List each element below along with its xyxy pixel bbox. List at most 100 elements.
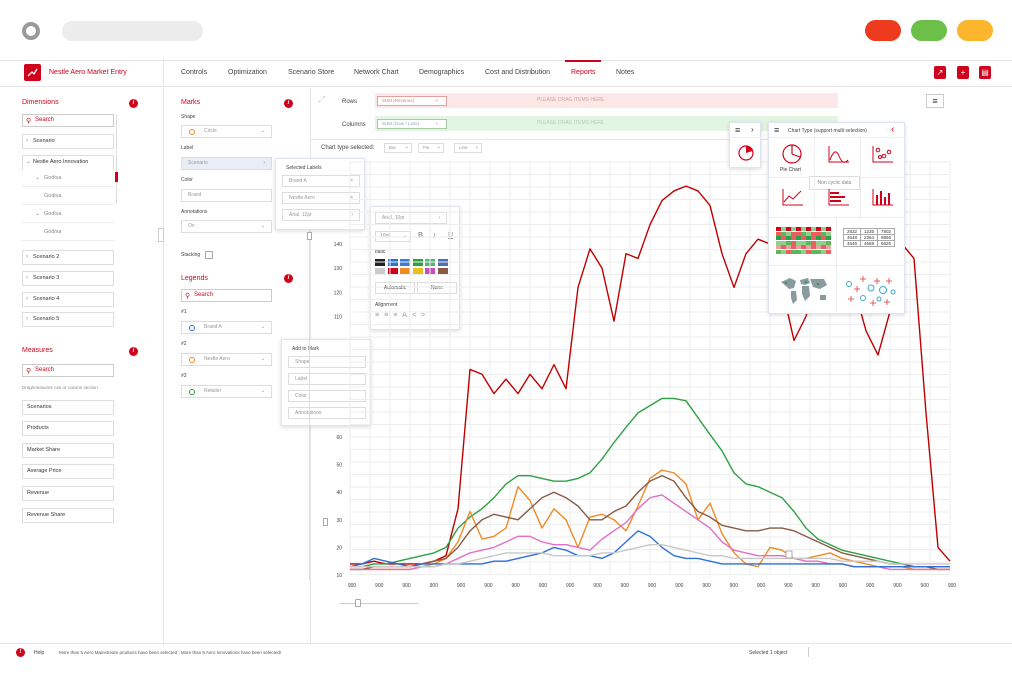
nav-controls[interactable]: Controls [181, 69, 207, 76]
y-tick-label: 40 [336, 490, 342, 496]
heatmap-cell [796, 249, 801, 254]
chart-option-area[interactable] [815, 138, 861, 178]
chevron-right-icon[interactable]: › [751, 125, 754, 134]
dimension-subitem-godiva[interactable]: Godiva [22, 190, 114, 205]
legend-select-2[interactable]: Nestle Aero ⌄ [181, 353, 272, 366]
nav-reports[interactable]: Reports [571, 69, 596, 76]
dimension-subitem-godiva[interactable]: ⌄ Godiva [22, 172, 114, 187]
chevron-down-icon: ⌄ [260, 223, 265, 229]
maximize-window-button[interactable] [911, 20, 947, 41]
measure-item-revenue-share[interactable]: Revenue Share [22, 508, 114, 523]
columns-pill[interactable]: SUM (Gain / Loss) × [377, 119, 447, 129]
dimension-subitem-godiva[interactable]: Godiva [22, 226, 114, 241]
dimension-item-scenario[interactable]: › Scenario [22, 134, 114, 149]
nav-optimization[interactable]: Optimization [228, 69, 267, 76]
close-icon[interactable]: × [437, 144, 440, 152]
dimension-label: Scenario 2 [33, 254, 60, 260]
expand-icon[interactable]: ⤢ [318, 94, 325, 105]
columns-label: Columns [342, 122, 366, 128]
heatmap-cell [796, 236, 801, 240]
heatmap-cell [801, 231, 806, 236]
legends-search-input[interactable]: ⚲ Search [181, 289, 272, 302]
help-link[interactable]: Help [34, 650, 44, 656]
x-tick-label: 900 [811, 583, 820, 589]
legend-select-1[interactable]: Brand A ⌄ [181, 321, 272, 334]
legends-info-icon[interactable]: i [284, 274, 293, 283]
panel-resize-handle[interactable] [158, 228, 164, 242]
horizontal-slider-handle[interactable] [355, 599, 361, 607]
chart-option-bubble[interactable] [837, 266, 906, 315]
save-icon[interactable]: ▤ [979, 66, 991, 79]
chevron-left-icon[interactable]: ‹ [891, 124, 894, 135]
dimension-item-scenario-3[interactable]: › Scenario 3 [22, 271, 114, 286]
chart-type-panel: ≡ Chart Type (support multi selection) ‹… [768, 122, 906, 315]
heatmap-cell [806, 240, 811, 245]
color-select[interactable]: Brand [181, 189, 272, 202]
pie-chart-icon[interactable] [737, 144, 755, 162]
measure-item-market-share[interactable]: Market Share [22, 443, 114, 458]
shape-select[interactable]: Circle ⌄ [181, 125, 272, 138]
dimensions-search-input[interactable]: ⚲ Search [22, 114, 114, 127]
measure-item-scenarios[interactable]: Scenarios [22, 400, 114, 415]
legend-select-3[interactable]: Retailer ⌄ [181, 385, 272, 398]
chart-type-toggle: ≡ › [729, 122, 762, 168]
nav-network-chart[interactable]: Network Chart [354, 69, 399, 76]
label-select[interactable]: Scenario › [181, 157, 272, 170]
vertical-scale-track[interactable] [309, 230, 310, 580]
chart-option-map[interactable] [769, 266, 837, 315]
measure-item-revenue[interactable]: Revenue [22, 486, 114, 501]
chart-option-table[interactable]: 2532 1235 7802 4648 2364 9866 4646 4669 6626 [837, 218, 906, 266]
close-icon[interactable]: × [435, 120, 438, 128]
chart-option-bar[interactable] [861, 178, 906, 218]
dimension-item-scenario-4[interactable]: › Scenario 4 [22, 292, 114, 307]
chart-option-scatter[interactable] [861, 138, 906, 178]
dimension-label: Godiva [44, 193, 62, 199]
dimension-item-nestle-aero-innovation[interactable]: ⌄ Nestle Aero Innovation [22, 155, 114, 170]
rows-pill[interactable]: SUM (Revenue) × [377, 96, 447, 106]
nav-notes[interactable]: Notes [616, 69, 634, 76]
measures-info-icon[interactable]: i [129, 347, 138, 356]
warning-icon: ! [16, 648, 25, 657]
measure-item-products[interactable]: Products [22, 421, 114, 436]
nav-scenario-store[interactable]: Scenario Store [288, 69, 334, 76]
nav-demographics[interactable]: Demographics [419, 69, 464, 76]
chart-type-line-pill[interactable]: Line × [454, 143, 482, 153]
close-icon[interactable]: × [435, 97, 438, 105]
add-icon[interactable]: + [957, 66, 969, 79]
vertical-slider-handle[interactable] [307, 232, 312, 240]
address-bar[interactable] [62, 21, 203, 41]
marks-info-icon[interactable]: i [284, 99, 293, 108]
menu-icon[interactable]: ≡ [735, 125, 740, 135]
x-tick-label: 900 [402, 583, 411, 589]
dimension-subitem-godiva[interactable]: ⌄ Godiva [22, 208, 114, 223]
dimensions-scrollbar-track[interactable] [116, 114, 117, 204]
menu-icon[interactable]: ≡ [774, 125, 779, 135]
hamburger-menu-icon[interactable]: ≡ [926, 94, 944, 108]
close-window-button[interactable] [865, 20, 901, 41]
measures-search-input[interactable]: ⚲ Search [22, 364, 114, 377]
close-icon[interactable]: × [405, 144, 408, 152]
heatmap-cell [776, 249, 781, 254]
annotations-select[interactable]: On ⌄ [181, 220, 272, 233]
chart-type-bar-pill[interactable]: Bar × [384, 143, 412, 153]
minimize-window-button[interactable] [957, 20, 993, 41]
chart-option-horizontal-bar[interactable] [815, 178, 861, 218]
chart-option-heatmap[interactable] [769, 218, 837, 266]
columns-pill-text: SUM (Gain / Loss) [382, 121, 420, 126]
close-icon[interactable]: × [475, 144, 478, 152]
stacking-checkbox[interactable] [205, 251, 213, 259]
horizontal-scale-track[interactable] [340, 603, 418, 604]
y-range-slider-handle[interactable] [323, 518, 328, 526]
dimension-item-scenario-2[interactable]: › Scenario 2 [22, 250, 114, 265]
export-icon[interactable]: ↗ [934, 66, 946, 79]
dimension-item-scenario-5[interactable]: › Scenario 5 [22, 312, 114, 327]
selection-status: Selected 1 object [749, 650, 788, 656]
chart-option-line[interactable] [769, 178, 815, 218]
dimensions-scrollbar-thumb[interactable] [115, 172, 118, 182]
measure-item-average-price[interactable]: Average Price [22, 464, 114, 479]
y-tick-label: 30 [336, 518, 342, 524]
dimensions-info-icon[interactable]: i [129, 99, 138, 108]
chart-type-pie-pill[interactable]: Pie × [418, 143, 444, 153]
chart-option-pie[interactable]: Pie Chart [769, 138, 815, 178]
nav-cost-and-distribution[interactable]: Cost and Distribution [485, 69, 550, 76]
